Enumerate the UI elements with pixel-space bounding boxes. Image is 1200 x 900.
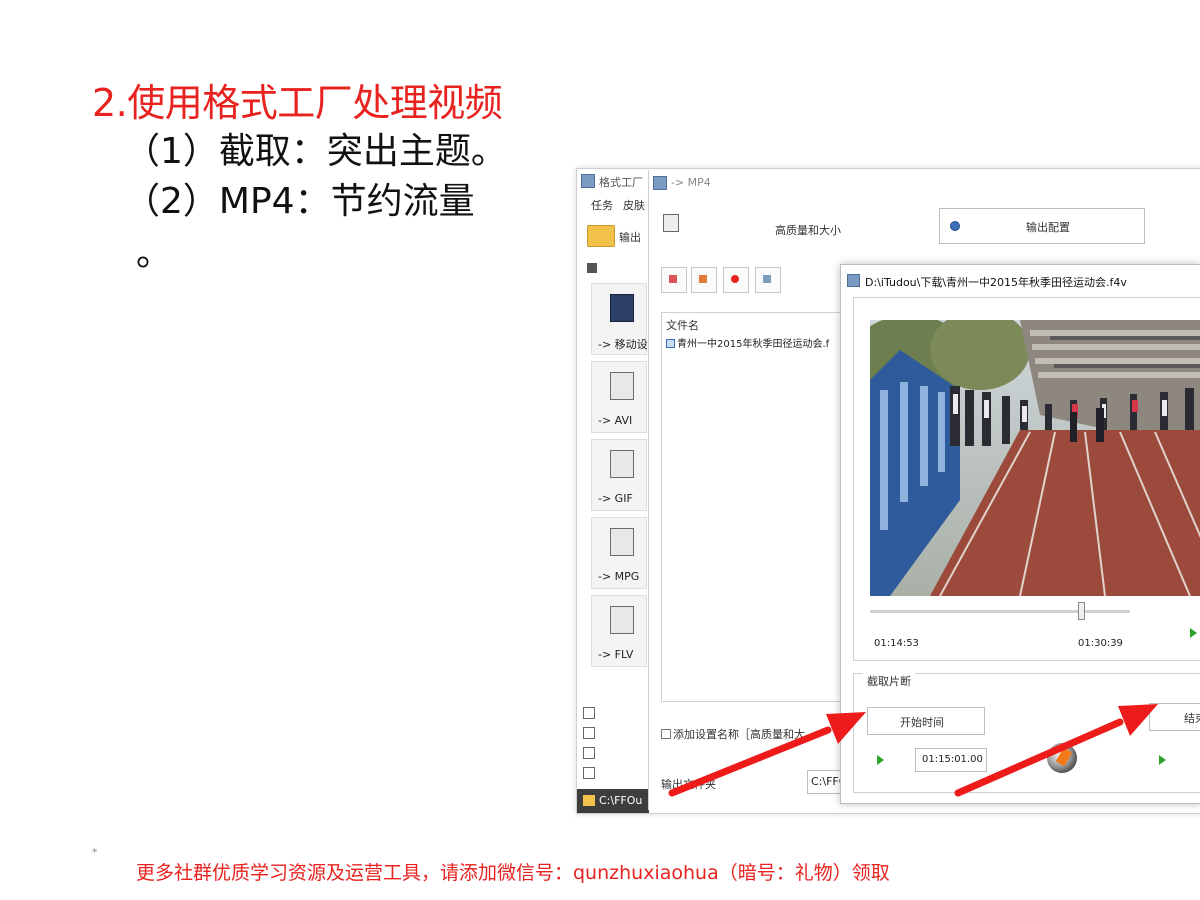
- audio-category-icon[interactable]: [583, 707, 595, 719]
- app-titlebar: 格式工厂: [577, 169, 649, 191]
- start-time-button-label: 开始时间: [900, 716, 944, 729]
- sidebar-item-label: -> MPG: [598, 570, 640, 583]
- start-time-value: 01:15:01.00: [922, 754, 983, 765]
- view-icon: [763, 275, 771, 283]
- clip-segment-label: 截取片断: [863, 673, 915, 689]
- video-frame-image: [870, 320, 1200, 596]
- add-setting-name-option[interactable]: 添加设置名称［高质量和大: [661, 726, 805, 742]
- remove-file-button[interactable]: [691, 267, 717, 293]
- output-config-label: 输出配置: [1026, 221, 1070, 234]
- play-icon[interactable]: [1190, 628, 1197, 638]
- quality-label: 高质量和大小: [775, 224, 841, 237]
- clip-dialog-titlebar: D:\iTudou\下载\青州一中2015年秋季田径运动会.f4v: [841, 265, 1200, 295]
- view-button[interactable]: [755, 267, 781, 293]
- seek-bar[interactable]: [870, 610, 1130, 613]
- app-title: 格式工厂: [599, 176, 643, 189]
- file-list-header: 文件名: [666, 319, 699, 332]
- video-preview: [870, 320, 1200, 596]
- start-time-button[interactable]: 开始时间: [867, 707, 985, 735]
- video-category-icon[interactable]: [587, 263, 597, 273]
- output-folder-button[interactable]: 输出: [587, 223, 647, 249]
- sidebar-item-label: -> AVI: [598, 414, 633, 427]
- play-from-start-icon[interactable]: [877, 755, 884, 765]
- status-bar: C:\FFOu: [577, 789, 649, 813]
- file-list-item[interactable]: 青州一中2015年秋季田径运动会.f: [666, 335, 829, 350]
- preview-panel: 01:14:53 01:30:39: [853, 297, 1200, 661]
- mp4-dialog-title-text: -> MP4: [671, 176, 711, 189]
- mpg-file-icon: [610, 528, 634, 556]
- slide-point-mp4: （2）MP4：节约流量: [124, 181, 475, 222]
- image-category-icon[interactable]: [583, 727, 595, 739]
- folder-icon: [583, 795, 595, 806]
- file-name: 青州一中2015年秋季田径运动会.f: [677, 339, 830, 350]
- output-folder-label: 输出文件夹: [661, 778, 716, 791]
- clip-dialog-title: D:\iTudou\下载\青州一中2015年秋季田径运动会.f4v: [865, 276, 1127, 289]
- config-icon: [950, 221, 960, 231]
- category-icons: [583, 707, 603, 787]
- add-setting-checkbox[interactable]: [661, 729, 671, 739]
- sidebar-item-avi[interactable]: -> AVI: [591, 361, 647, 433]
- rom-device-icon[interactable]: [583, 747, 595, 759]
- tools-icon[interactable]: [583, 767, 595, 779]
- seek-handle[interactable]: [1078, 602, 1085, 620]
- add-file-icon: [669, 275, 677, 283]
- end-time-button[interactable]: 结束时间: [1149, 703, 1200, 731]
- clip-options-button[interactable]: [723, 267, 749, 293]
- disc-icon: [1047, 743, 1077, 773]
- end-time-button-label: 结束时间: [1184, 712, 1200, 725]
- sidebar-item-mobile[interactable]: -> 移动设: [591, 283, 648, 355]
- options-icon: [731, 275, 739, 283]
- avi-file-icon: [610, 372, 634, 400]
- folder-icon: [587, 225, 615, 247]
- footer-mark: *: [92, 846, 98, 859]
- file-list: 文件名 青州一中2015年秋季田径运动会.f: [661, 312, 853, 702]
- play-to-end-icon[interactable]: [1159, 755, 1166, 765]
- file-checkbox[interactable]: [666, 339, 675, 348]
- add-setting-label: 添加设置名称［高质量和大: [673, 728, 805, 741]
- flv-file-icon: [610, 606, 634, 634]
- gif-file-icon: [610, 450, 634, 478]
- add-file-button[interactable]: [661, 267, 687, 293]
- mobile-device-icon: [610, 294, 634, 322]
- seek-position-time: 01:30:39: [1078, 638, 1123, 649]
- clip-dialog: D:\iTudou\下载\青州一中2015年秋季田径运动会.f4v 01:14:…: [840, 264, 1200, 804]
- settings-icon: [663, 214, 679, 232]
- menu-item-task[interactable]: 任务: [591, 199, 613, 212]
- output-config-button[interactable]: 输出配置: [939, 208, 1145, 244]
- status-output-path: C:\FFOu: [599, 794, 643, 807]
- start-time-field[interactable]: 01:15:01.00: [915, 748, 987, 772]
- app-menu-bar: 任务 皮肤: [591, 197, 655, 213]
- footer-note: 更多社群优质学习资源及运营工具，请添加微信号：qunzhuxiaohua（暗号：…: [136, 862, 890, 884]
- menu-item-skin[interactable]: 皮肤: [623, 199, 645, 212]
- app-logo-icon: [581, 174, 595, 188]
- sidebar-item-gif[interactable]: -> GIF: [591, 439, 647, 511]
- sidebar-item-label: -> GIF: [598, 492, 633, 505]
- output-folder-button-label: 输出: [619, 231, 641, 244]
- slide-point-period: 。: [136, 233, 173, 274]
- sidebar-item-label: -> FLV: [598, 648, 634, 661]
- slide-title: 2.使用格式工厂处理视频: [92, 81, 503, 125]
- sidebar-item-flv[interactable]: -> FLV: [591, 595, 647, 667]
- remove-file-icon: [699, 275, 707, 283]
- current-time: 01:14:53: [874, 638, 919, 649]
- sidebar-item-mpg[interactable]: -> MPG: [591, 517, 647, 589]
- app-logo-icon: [847, 274, 860, 287]
- slide-point-clip: （1）截取：突出主题。: [124, 131, 507, 172]
- sidebar-item-label: -> 移动设: [598, 338, 648, 351]
- app-logo-icon: [653, 176, 667, 190]
